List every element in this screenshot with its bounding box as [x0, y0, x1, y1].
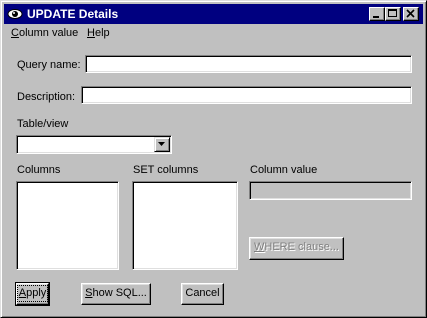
minimize-button[interactable] — [369, 7, 385, 21]
table-view-label: Table/view — [17, 118, 69, 130]
table-view-combo[interactable] — [16, 135, 172, 154]
menu-help[interactable]: Help — [87, 27, 110, 40]
column-value-input[interactable] — [249, 181, 412, 200]
eye-icon[interactable] — [7, 6, 23, 22]
close-button[interactable] — [403, 7, 419, 21]
window-title: UPDATE Details — [27, 7, 119, 21]
apply-button[interactable]: Apply — [15, 282, 50, 306]
query-name-input[interactable] — [85, 55, 412, 73]
query-name-label: Query name: — [17, 59, 81, 71]
maximize-button[interactable] — [385, 7, 401, 21]
minimize-icon — [373, 16, 379, 18]
set-columns-label: SET columns — [133, 164, 199, 176]
description-label: Description: — [17, 91, 76, 103]
maximize-icon — [388, 9, 397, 17]
cancel-button[interactable]: Cancel — [181, 283, 224, 305]
columns-listbox[interactable] — [16, 181, 119, 270]
columns-label: Columns — [17, 164, 61, 176]
table-view-dropdown-button[interactable] — [154, 137, 170, 152]
show-sql-button[interactable]: Show SQL... — [81, 283, 151, 305]
chevron-down-icon — [158, 142, 165, 146]
set-columns-listbox[interactable] — [132, 181, 238, 270]
update-details-window: UPDATE Details Column value Help Query n… — [0, 0, 427, 318]
menu-column-value[interactable]: Column value — [11, 27, 78, 40]
menu-bar: Column value Help — [4, 25, 423, 42]
where-clause-button[interactable]: WHERE clause... — [249, 237, 344, 260]
close-icon — [406, 9, 415, 18]
description-input[interactable] — [81, 86, 412, 104]
column-value-label: Column value — [250, 164, 318, 176]
title-bar[interactable]: UPDATE Details — [4, 4, 423, 24]
